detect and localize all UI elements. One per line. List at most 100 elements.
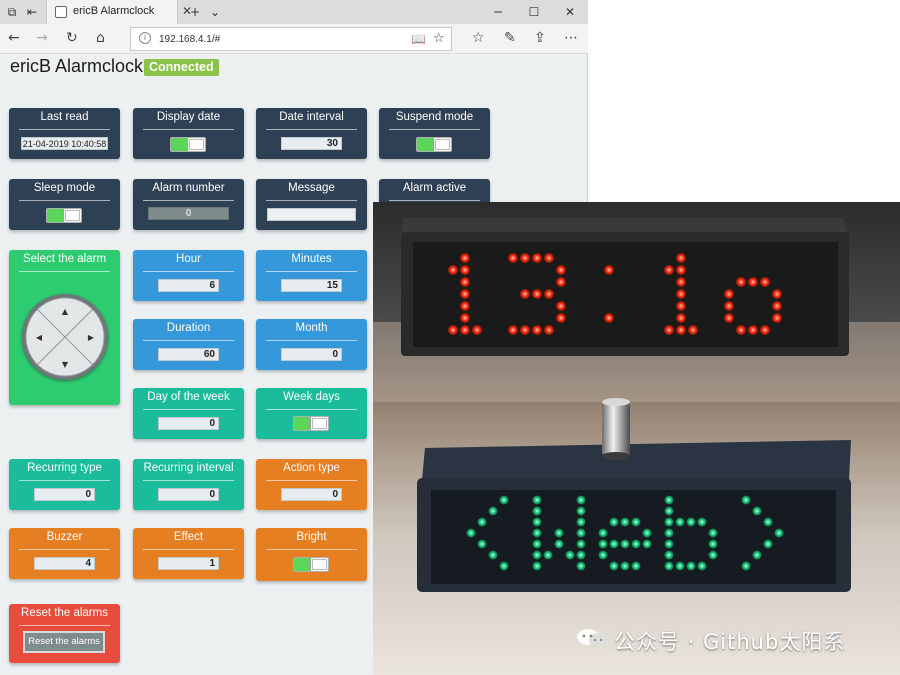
led-dot xyxy=(466,528,476,538)
dpad-up-icon[interactable]: ▲ xyxy=(62,307,69,316)
led-dot xyxy=(448,265,458,275)
hour-input[interactable]: 6 xyxy=(158,279,219,292)
refresh-icon[interactable]: ↻ xyxy=(66,30,78,46)
reading-view-icon[interactable]: 📖 xyxy=(411,32,426,46)
effect-input[interactable]: 1 xyxy=(158,557,219,570)
page-title: ericB Alarmclock xyxy=(10,56,144,76)
led-dot xyxy=(532,539,542,549)
share-icon[interactable]: ⇪ xyxy=(534,30,546,46)
divider xyxy=(19,625,110,626)
recurring-interval-input[interactable]: 0 xyxy=(158,488,219,501)
led-dot xyxy=(763,539,773,549)
led-dot xyxy=(708,539,718,549)
divider xyxy=(266,340,357,341)
tile-label: Week days xyxy=(283,391,340,403)
display-date-toggle[interactable] xyxy=(170,137,206,152)
date-interval-input[interactable]: 30 xyxy=(281,137,342,150)
led-dot xyxy=(448,325,458,335)
tile-label: Minutes xyxy=(291,253,332,265)
tile-effect: Effect 1 xyxy=(133,528,244,579)
led-dot xyxy=(604,313,614,323)
minimize-icon[interactable]: ─ xyxy=(480,0,516,24)
browser-tab[interactable]: ericB Alarmclock xyxy=(46,0,178,24)
led-dot xyxy=(772,289,782,299)
sleep-mode-toggle[interactable] xyxy=(46,208,82,223)
favorites-list-icon[interactable]: ☆ xyxy=(472,30,485,46)
week-days-toggle[interactable] xyxy=(293,416,329,431)
divider xyxy=(19,549,110,550)
more-icon[interactable]: ⋯ xyxy=(564,30,578,46)
tab-list-chevron-icon[interactable]: ⌄ xyxy=(207,4,223,20)
led-dot xyxy=(520,325,530,335)
tile-label: Hour xyxy=(176,253,201,265)
led-dot xyxy=(499,495,509,505)
led-dot xyxy=(676,265,686,275)
notes-pen-icon[interactable]: ✎ xyxy=(504,30,516,46)
dpad-down-icon[interactable]: ▼ xyxy=(62,360,69,369)
led-dot xyxy=(664,506,674,516)
led-dot xyxy=(748,325,758,335)
home-icon[interactable]: ⌂ xyxy=(96,30,105,46)
divider xyxy=(19,271,110,272)
led-dot xyxy=(697,517,707,527)
url-text[interactable]: 192.168.4.1/# xyxy=(159,34,220,45)
bright-toggle[interactable] xyxy=(293,557,329,572)
led-dot xyxy=(488,506,498,516)
recurring-type-input[interactable]: 0 xyxy=(34,488,95,501)
minutes-input[interactable]: 15 xyxy=(281,279,342,292)
led-dot xyxy=(609,539,619,549)
led-dot xyxy=(664,517,674,527)
tile-bright: Bright xyxy=(256,528,367,581)
led-dot xyxy=(544,253,554,263)
tile-label: Date interval xyxy=(279,111,344,123)
tile-reset-alarms: Reset the alarms Reset the alarms xyxy=(9,604,120,663)
set-tabs-aside-icon[interactable]: ⇤ xyxy=(24,4,40,20)
page-favicon-icon xyxy=(55,6,67,18)
dpad-right-icon[interactable]: ▶ xyxy=(88,333,95,342)
led-dot xyxy=(554,539,564,549)
address-bar[interactable]: i 192.168.4.1/# 📖 ☆ xyxy=(130,27,452,51)
close-window-icon[interactable]: ✕ xyxy=(552,0,588,24)
tile-last-read: Last read 21-04-2019 10:40:58 xyxy=(9,108,120,159)
tile-alarm-number: Alarm number 0 xyxy=(133,179,244,230)
duration-input[interactable]: 60 xyxy=(158,348,219,361)
tile-label: Action type xyxy=(283,462,340,474)
led-dot xyxy=(774,528,784,538)
led-dot xyxy=(598,528,608,538)
back-icon[interactable]: ← xyxy=(8,30,20,46)
reset-alarms-button[interactable]: Reset the alarms xyxy=(23,631,105,653)
led-dot xyxy=(508,253,518,263)
buzzer-input[interactable]: 4 xyxy=(34,557,95,570)
led-dot xyxy=(752,550,762,560)
day-of-week-input[interactable]: 0 xyxy=(158,417,219,430)
led-dot xyxy=(565,550,575,560)
maximize-icon[interactable]: ☐ xyxy=(516,0,552,24)
divider xyxy=(266,129,357,130)
tile-label: Duration xyxy=(166,322,211,334)
suspend-mode-toggle[interactable] xyxy=(416,137,452,152)
led-dot xyxy=(724,301,734,311)
tile-label: Message xyxy=(288,182,335,194)
led-dot xyxy=(686,517,696,527)
led-dot xyxy=(556,313,566,323)
connection-status-badge: Connected xyxy=(144,59,219,76)
led-dot xyxy=(664,550,674,560)
tile-label: Suspend mode xyxy=(395,111,474,123)
led-dot xyxy=(532,325,542,335)
tab-actions-icon[interactable]: ⧉ xyxy=(4,4,20,20)
led-dot xyxy=(752,506,762,516)
forward-icon[interactable]: → xyxy=(36,30,48,46)
favorite-star-icon[interactable]: ☆ xyxy=(433,31,445,46)
led-dot xyxy=(631,561,641,571)
dpad-left-icon[interactable]: ◀ xyxy=(36,333,43,342)
led-dot xyxy=(532,517,542,527)
led-dot xyxy=(760,277,770,287)
divider xyxy=(266,200,357,201)
new-tab-icon[interactable]: + xyxy=(187,4,203,20)
site-info-icon[interactable]: i xyxy=(139,32,151,44)
window-controls: ─ ☐ ✕ xyxy=(480,0,588,24)
message-input[interactable] xyxy=(267,208,356,221)
month-input[interactable]: 0 xyxy=(281,348,342,361)
action-type-input[interactable]: 0 xyxy=(281,488,342,501)
led-dot xyxy=(576,517,586,527)
